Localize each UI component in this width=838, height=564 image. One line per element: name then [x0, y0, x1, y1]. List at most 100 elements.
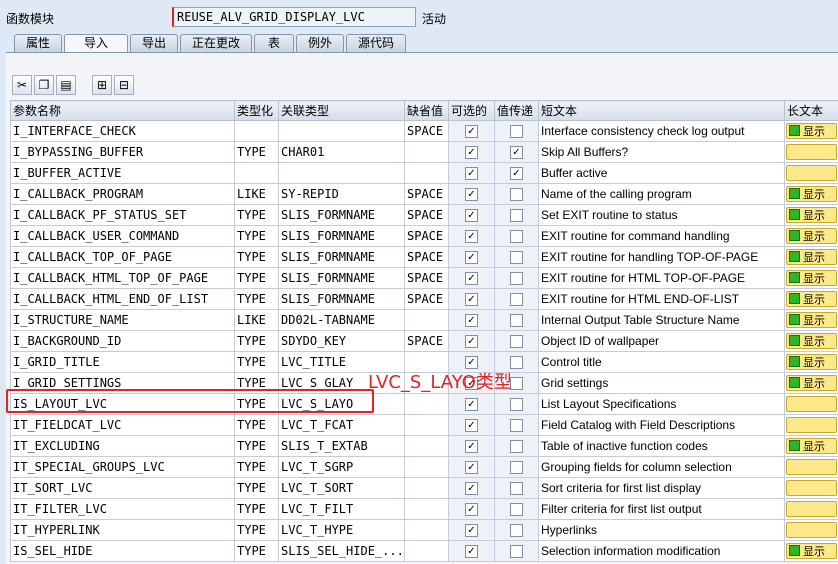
long-text-cell[interactable]: [785, 478, 838, 499]
short-text-cell[interactable]: Internal Output Table Structure Name: [539, 310, 785, 331]
optional-checkbox[interactable]: ✓: [465, 293, 478, 306]
optional-checkbox-cell[interactable]: ✓: [449, 268, 495, 289]
table-row[interactable]: I_BYPASSING_BUFFERTYPECHAR01✓✓Skip All B…: [11, 142, 838, 163]
pass-value-checkbox[interactable]: [510, 251, 523, 264]
default-cell[interactable]: [405, 394, 449, 415]
pass-value-checkbox[interactable]: [510, 272, 523, 285]
pass-value-checkbox[interactable]: [510, 314, 523, 327]
column-header[interactable]: 值传递: [495, 101, 539, 121]
long-text-button[interactable]: 显示: [786, 438, 837, 454]
ref-type-cell[interactable]: LVC_T_SGRP: [279, 457, 405, 478]
table-row[interactable]: I_CALLBACK_USER_COMMANDTYPESLIS_FORMNAME…: [11, 226, 838, 247]
optional-checkbox[interactable]: ✓: [465, 272, 478, 285]
optional-checkbox[interactable]: ✓: [465, 251, 478, 264]
default-cell[interactable]: [405, 436, 449, 457]
default-cell[interactable]: [405, 478, 449, 499]
long-text-cell[interactable]: [785, 163, 838, 184]
long-text-cell[interactable]: 显示: [785, 268, 838, 289]
short-text-cell[interactable]: EXIT routine for HTML END-OF-LIST: [539, 289, 785, 310]
long-text-button[interactable]: 显示: [786, 270, 837, 286]
param-name-cell[interactable]: I_CALLBACK_TOP_OF_PAGE: [11, 247, 235, 268]
long-text-button[interactable]: [786, 522, 837, 538]
pass-value-checkbox[interactable]: [510, 524, 523, 537]
typing-cell[interactable]: TYPE: [235, 331, 279, 352]
paste-icon[interactable]: ▤: [56, 75, 76, 95]
param-name-cell[interactable]: IT_SORT_LVC: [11, 478, 235, 499]
short-text-cell[interactable]: Grouping fields for column selection: [539, 457, 785, 478]
param-name-cell[interactable]: I_GRID_TITLE: [11, 352, 235, 373]
long-text-cell[interactable]: [785, 415, 838, 436]
typing-cell[interactable]: TYPE: [235, 226, 279, 247]
short-text-cell[interactable]: Name of the calling program: [539, 184, 785, 205]
short-text-cell[interactable]: Buffer active: [539, 163, 785, 184]
table-row[interactable]: IS_SEL_HIDETYPESLIS_SEL_HIDE_...✓Selecti…: [11, 541, 838, 562]
tab-2[interactable]: 导出: [130, 34, 178, 52]
long-text-button[interactable]: 显示: [786, 291, 837, 307]
optional-checkbox-cell[interactable]: ✓: [449, 121, 495, 142]
tab-0[interactable]: 属性: [14, 34, 62, 52]
table-row[interactable]: I_CALLBACK_HTML_TOP_OF_PAGETYPESLIS_FORM…: [11, 268, 838, 289]
long-text-cell[interactable]: 显示: [785, 121, 838, 142]
param-name-cell[interactable]: IT_HYPERLINK: [11, 520, 235, 541]
short-text-cell[interactable]: Hyperlinks: [539, 520, 785, 541]
optional-checkbox-cell[interactable]: ✓: [449, 142, 495, 163]
default-cell[interactable]: [405, 142, 449, 163]
pass-value-checkbox-cell[interactable]: [495, 289, 539, 310]
optional-checkbox-cell[interactable]: ✓: [449, 226, 495, 247]
column-header[interactable]: 关联类型: [279, 101, 405, 121]
pass-value-checkbox[interactable]: [510, 293, 523, 306]
ref-type-cell[interactable]: SLIS_SEL_HIDE_...: [279, 541, 405, 562]
short-text-cell[interactable]: EXIT routine for HTML TOP-OF-PAGE: [539, 268, 785, 289]
ref-type-cell[interactable]: SLIS_FORMNAME: [279, 268, 405, 289]
table-row[interactable]: I_CALLBACK_PROGRAMLIKESY-REPIDSPACE✓Name…: [11, 184, 838, 205]
pass-value-checkbox-cell[interactable]: [495, 520, 539, 541]
long-text-button[interactable]: 显示: [786, 228, 837, 244]
table-row[interactable]: IT_FIELDCAT_LVCTYPELVC_T_FCAT✓Field Cata…: [11, 415, 838, 436]
pass-value-checkbox[interactable]: [510, 398, 523, 411]
default-cell[interactable]: [405, 415, 449, 436]
short-text-cell[interactable]: Object ID of wallpaper: [539, 331, 785, 352]
pass-value-checkbox[interactable]: [510, 209, 523, 222]
default-cell[interactable]: SPACE: [405, 184, 449, 205]
optional-checkbox-cell[interactable]: ✓: [449, 184, 495, 205]
optional-checkbox[interactable]: ✓: [465, 188, 478, 201]
long-text-button[interactable]: 显示: [786, 186, 837, 202]
pass-value-checkbox-cell[interactable]: [495, 310, 539, 331]
tab-1[interactable]: 导入: [64, 34, 128, 53]
param-name-cell[interactable]: IT_FILTER_LVC: [11, 499, 235, 520]
default-cell[interactable]: [405, 310, 449, 331]
default-cell[interactable]: [405, 520, 449, 541]
typing-cell[interactable]: LIKE: [235, 310, 279, 331]
long-text-cell[interactable]: 显示: [785, 184, 838, 205]
pass-value-checkbox-cell[interactable]: [495, 541, 539, 562]
typing-cell[interactable]: TYPE: [235, 247, 279, 268]
ref-type-cell[interactable]: SLIS_FORMNAME: [279, 226, 405, 247]
delete-row-icon[interactable]: ⊟: [114, 75, 134, 95]
param-name-cell[interactable]: IS_SEL_HIDE: [11, 541, 235, 562]
long-text-cell[interactable]: 显示: [785, 289, 838, 310]
ref-type-cell[interactable]: CHAR01: [279, 142, 405, 163]
tab-4[interactable]: 表: [254, 34, 294, 52]
long-text-cell[interactable]: [785, 457, 838, 478]
pass-value-checkbox[interactable]: [510, 503, 523, 516]
optional-checkbox-cell[interactable]: ✓: [449, 163, 495, 184]
param-name-cell[interactable]: I_BYPASSING_BUFFER: [11, 142, 235, 163]
pass-value-checkbox[interactable]: [510, 335, 523, 348]
table-row[interactable]: IT_SPECIAL_GROUPS_LVCTYPELVC_T_SGRP✓Grou…: [11, 457, 838, 478]
pass-value-checkbox-cell[interactable]: [495, 436, 539, 457]
typing-cell[interactable]: TYPE: [235, 142, 279, 163]
ref-type-cell[interactable]: DD02L-TABNAME: [279, 310, 405, 331]
long-text-cell[interactable]: 显示: [785, 436, 838, 457]
optional-checkbox-cell[interactable]: ✓: [449, 415, 495, 436]
tab-6[interactable]: 源代码: [346, 34, 406, 52]
pass-value-checkbox[interactable]: [510, 125, 523, 138]
optional-checkbox[interactable]: ✓: [465, 482, 478, 495]
short-text-cell[interactable]: Set EXIT routine to status: [539, 205, 785, 226]
pass-value-checkbox-cell[interactable]: [495, 268, 539, 289]
pass-value-checkbox-cell[interactable]: [495, 121, 539, 142]
table-row[interactable]: I_BUFFER_ACTIVE✓✓Buffer active: [11, 163, 838, 184]
long-text-cell[interactable]: 显示: [785, 226, 838, 247]
param-name-cell[interactable]: I_CALLBACK_PF_STATUS_SET: [11, 205, 235, 226]
long-text-button[interactable]: 显示: [786, 123, 837, 139]
table-row[interactable]: IT_FILTER_LVCTYPELVC_T_FILT✓Filter crite…: [11, 499, 838, 520]
